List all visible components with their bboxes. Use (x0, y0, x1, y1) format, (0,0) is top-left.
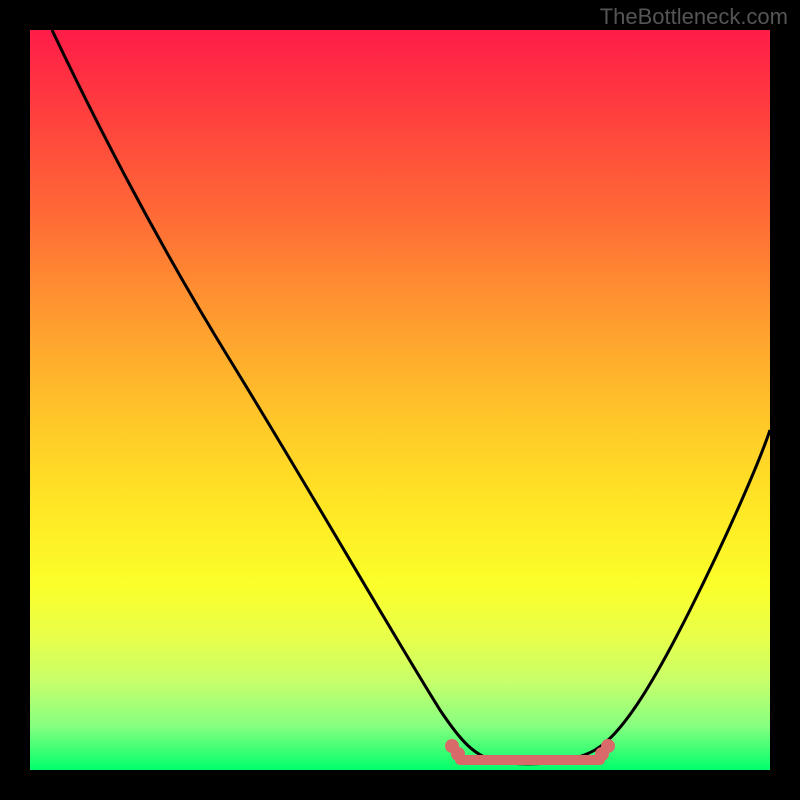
chart-plot-area (30, 30, 770, 770)
chart-svg (30, 30, 770, 770)
bottleneck-curve-line (52, 30, 770, 764)
watermark-text: TheBottleneck.com (600, 4, 788, 30)
optimal-range-marker (445, 739, 615, 761)
